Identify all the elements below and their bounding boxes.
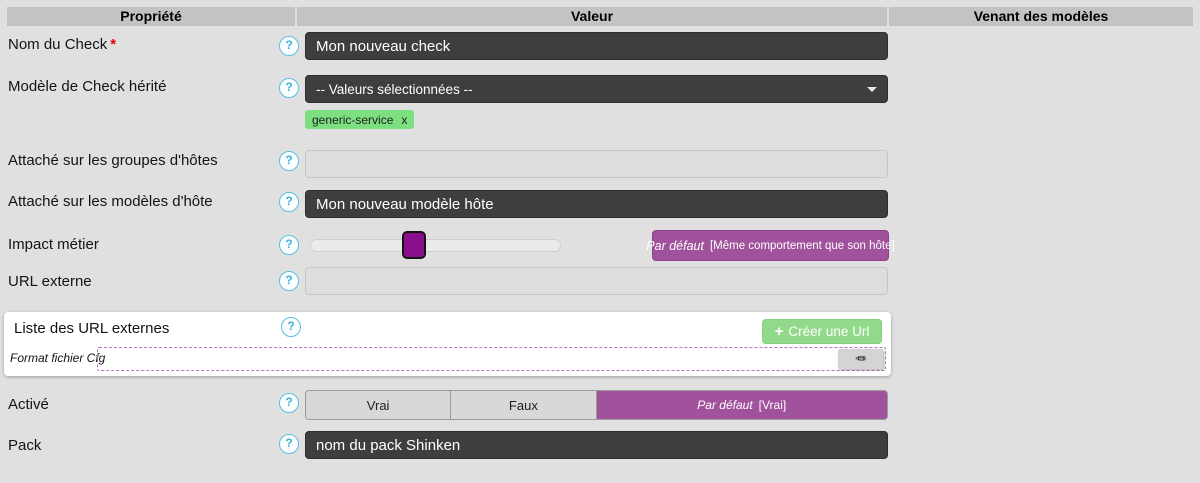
column-header-valeur: Valeur (297, 7, 887, 26)
check-template-label: Modèle de Check hérité (8, 78, 166, 95)
enabled-option-true[interactable]: Vrai (306, 391, 451, 419)
badge-prefix: Par défaut (646, 239, 704, 253)
edit-button[interactable]: ✏ (838, 349, 883, 369)
help-icon[interactable]: ? (279, 78, 299, 98)
plus-icon: + (775, 323, 784, 340)
enabled-option-default[interactable]: Par défaut [Vrai] (597, 391, 888, 419)
check-name-label-text: Nom du Check (8, 36, 107, 53)
business-impact-slider-handle[interactable] (402, 231, 426, 259)
pencil-icon: ✏ (855, 349, 866, 369)
check-config-form: Propriété Valeur Venant des modèles Nom … (0, 0, 1200, 483)
create-url-button[interactable]: + Créer une Url (762, 319, 882, 344)
business-impact-default-badge[interactable]: Par défaut [Même comportement que son hô… (652, 230, 889, 261)
check-name-label: Nom du Check* (8, 36, 116, 53)
check-template-multiselect[interactable]: -- Valeurs sélectionnées -- (305, 75, 888, 103)
column-header-propriete: Propriété (7, 7, 295, 26)
hostgroups-input[interactable] (305, 150, 888, 178)
cfg-format-label: Format fichier Cfg (10, 351, 105, 365)
url-list-panel: Liste des URL externes ? + Créer une Url… (4, 312, 891, 376)
enabled-default-detail: [Vrai] (759, 398, 787, 412)
column-header-venant-des-modeles: Venant des modèles (889, 7, 1193, 26)
create-url-button-label: Créer une Url (788, 324, 869, 339)
selected-template-tag[interactable]: generic-service x (305, 110, 414, 129)
tag-label: generic-service (312, 113, 393, 127)
url-list-title: Liste des URL externes (14, 320, 169, 337)
enabled-button-group: Vrai Faux Par défaut [Vrai] (305, 390, 888, 420)
help-icon[interactable]: ? (279, 271, 299, 291)
cfg-format-editable-area[interactable]: ✏ (97, 347, 886, 371)
multiselect-placeholder: -- Valeurs sélectionnées -- (316, 82, 473, 97)
help-icon[interactable]: ? (281, 317, 301, 337)
help-icon[interactable]: ? (279, 393, 299, 413)
help-icon[interactable]: ? (279, 235, 299, 255)
help-icon[interactable]: ? (279, 36, 299, 56)
help-icon[interactable]: ? (279, 434, 299, 454)
business-impact-slider-track[interactable] (310, 239, 561, 252)
hostgroups-label: Attaché sur les groupes d'hôtes (8, 152, 218, 169)
check-name-input[interactable] (305, 32, 888, 60)
tag-remove-icon[interactable]: x (401, 113, 407, 127)
pack-input[interactable] (305, 431, 888, 459)
chevron-down-icon (867, 87, 877, 92)
host-templates-label: Attaché sur les modèles d'hôte (8, 193, 213, 210)
business-impact-label: Impact métier (8, 236, 99, 253)
help-icon[interactable]: ? (279, 192, 299, 212)
required-asterisk: * (110, 36, 116, 53)
help-icon[interactable]: ? (279, 151, 299, 171)
external-url-input[interactable] (305, 267, 888, 295)
enabled-label: Activé (8, 396, 49, 413)
badge-detail: [Même comportement que son hôte] (710, 240, 895, 252)
pack-label: Pack (8, 437, 41, 454)
host-templates-input[interactable] (305, 190, 888, 218)
enabled-default-prefix: Par défaut (697, 398, 752, 412)
enabled-option-false[interactable]: Faux (451, 391, 596, 419)
external-url-label: URL externe (8, 273, 92, 290)
